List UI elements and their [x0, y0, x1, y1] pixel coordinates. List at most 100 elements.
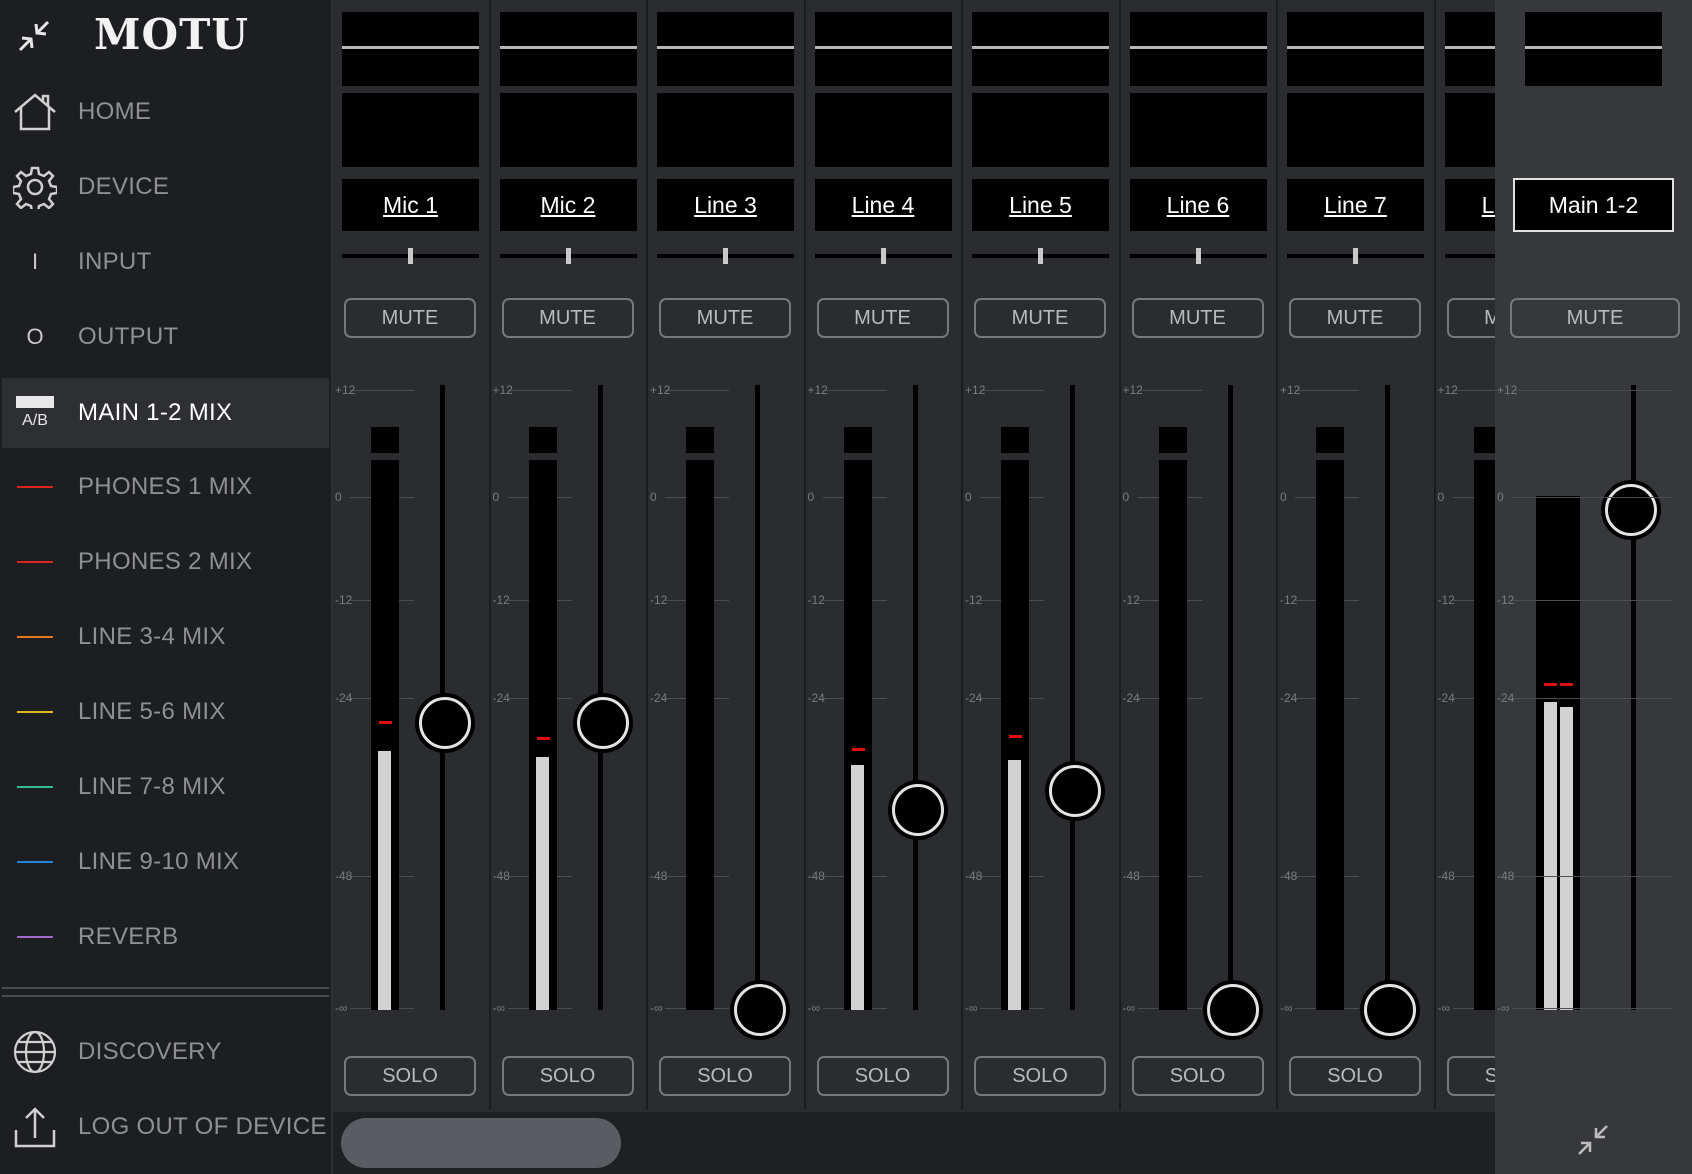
pan-knob[interactable] [880, 248, 886, 264]
pan-knob[interactable] [1353, 248, 1358, 264]
scale-tick [822, 390, 887, 391]
clip-indicator [371, 427, 399, 453]
sidebar-item-home[interactable]: HOME [2, 78, 329, 146]
channel-display-screen [657, 12, 794, 86]
main-mute-button[interactable]: MUTE [1510, 298, 1680, 338]
mute-button[interactable]: MUTE [659, 298, 791, 338]
level-meter [371, 460, 399, 1010]
channel-display-screen [814, 12, 952, 86]
sidebar-item-line-3-4-mix[interactable]: LINE 3-4 MIX [2, 603, 329, 671]
fader-knob[interactable] [419, 697, 471, 749]
fader-track[interactable] [755, 385, 760, 1010]
channel-display-screen [814, 93, 952, 167]
channel-strip: Mic 1 MUTE +12 0 -12 -24 -48 -∞ SOLO [333, 0, 491, 1110]
horizontal-scrollbar[interactable] [333, 1112, 1495, 1174]
mute-button[interactable]: MUTE [974, 298, 1106, 338]
sidebar-item-label: INPUT [78, 248, 152, 275]
mute-button[interactable]: MUTE [1289, 298, 1421, 338]
channel-name[interactable]: Mic 2 [499, 179, 637, 231]
sidebar-item-main-mix[interactable]: A/B MAIN 1-2 MIX [2, 378, 329, 448]
mute-button[interactable]: MUTE [1131, 298, 1264, 338]
collapse-icon[interactable] [14, 16, 54, 56]
fader-track[interactable] [1227, 385, 1233, 1010]
scale-label: -12 [1437, 593, 1455, 607]
pan-slider[interactable] [657, 248, 794, 264]
solo-button[interactable]: SOLO [659, 1056, 791, 1096]
solo-button[interactable]: SOLO [344, 1056, 476, 1096]
sidebar-item-line-7-8-mix[interactable]: LINE 7-8 MIX [2, 753, 329, 821]
solo-button[interactable]: SOLO [1446, 1056, 1495, 1096]
mute-button[interactable]: MUTE [344, 298, 476, 338]
pan-knob[interactable] [565, 248, 571, 264]
pan-knob[interactable] [1195, 248, 1201, 264]
mute-button[interactable]: MUTE [501, 298, 634, 338]
main-channel-name[interactable]: Main 1-2 [1513, 178, 1674, 232]
pan-knob[interactable] [408, 248, 413, 264]
scale-label: -∞ [1437, 1001, 1451, 1015]
pan-slider[interactable] [972, 248, 1109, 264]
scale-tick [1512, 497, 1672, 498]
scrollbar-thumb[interactable] [341, 1118, 621, 1168]
fader-knob[interactable] [734, 984, 786, 1036]
scale-tick [1512, 390, 1672, 391]
sidebar-item-device[interactable]: DEVICE [2, 153, 329, 221]
sidebar-item-line-9-10-mix[interactable]: LINE 9-10 MIX [2, 828, 329, 896]
sidebar-item-phones-2-mix[interactable]: PHONES 2 MIX [2, 528, 329, 596]
gear-icon [2, 153, 68, 221]
main-level-meter [1536, 496, 1580, 1010]
solo-button[interactable]: SOLO [974, 1056, 1106, 1096]
solo-button[interactable]: SOLO [816, 1056, 949, 1096]
pan-slider[interactable] [499, 248, 637, 264]
fader-knob[interactable] [1364, 984, 1416, 1036]
fader-knob[interactable] [1206, 984, 1259, 1036]
channel-name[interactable]: Mic 1 [342, 179, 479, 231]
sidebar-item-label: HOME [78, 98, 152, 125]
scale-label: -∞ [650, 1001, 663, 1015]
solo-button[interactable]: SOLO [1131, 1056, 1264, 1096]
scale-label: -∞ [965, 1001, 978, 1015]
sidebar-item-output[interactable]: O OUTPUT [2, 303, 329, 371]
scale-label: +12 [650, 383, 671, 397]
solo-button[interactable]: SOLO [1289, 1056, 1421, 1096]
pan-slider[interactable] [1444, 254, 1495, 258]
mute-button[interactable]: MUTE [1446, 298, 1495, 338]
sidebar-item-line-5-6-mix[interactable]: LINE 5-6 MIX [2, 678, 329, 746]
scale-label: 0 [965, 490, 972, 504]
fader-knob[interactable] [1049, 765, 1101, 817]
scale-label: -12 [1280, 593, 1298, 607]
ab-icon: A/B [2, 379, 68, 447]
fader-knob[interactable] [891, 784, 944, 836]
main-fader-knob[interactable] [1605, 484, 1657, 536]
pan-slider[interactable] [814, 248, 952, 264]
channel-name[interactable]: Line 5 [972, 179, 1109, 231]
mute-button[interactable]: MUTE [816, 298, 949, 338]
color-swatch-icon [2, 828, 68, 896]
fader-track[interactable] [1070, 385, 1075, 1010]
expand-icon[interactable] [1575, 1122, 1611, 1158]
solo-button[interactable]: SOLO [501, 1056, 634, 1096]
sidebar-item-logout[interactable]: LOG OUT OF DEVICE [2, 1093, 329, 1161]
clip-indicator [1473, 427, 1495, 453]
scale-label: -12 [1122, 593, 1140, 607]
pan-knob[interactable] [723, 248, 728, 264]
scale-label: -24 [1437, 691, 1455, 705]
scale-label: -24 [492, 691, 510, 705]
fader-knob[interactable] [576, 697, 629, 749]
sidebar-item-phones-1-mix[interactable]: PHONES 1 MIX [2, 453, 329, 521]
pan-slider[interactable] [1287, 248, 1424, 264]
channel-name[interactable]: Line 8 [1444, 179, 1495, 231]
home-icon [2, 78, 68, 146]
sidebar-item-reverb[interactable]: REVERB [2, 903, 329, 971]
fader-track[interactable] [912, 385, 918, 1010]
channel-name[interactable]: Line 6 [1129, 179, 1267, 231]
pan-knob[interactable] [1038, 248, 1043, 264]
channel-name[interactable]: Line 3 [657, 179, 794, 231]
scale-label: -48 [965, 869, 983, 883]
sidebar-item-discovery[interactable]: DISCOVERY [2, 1018, 329, 1086]
sidebar-item-input[interactable]: I INPUT [2, 228, 329, 296]
channel-name[interactable]: Line 7 [1287, 179, 1424, 231]
fader-track[interactable] [1385, 385, 1390, 1010]
pan-slider[interactable] [1129, 248, 1267, 264]
pan-slider[interactable] [342, 248, 479, 264]
channel-name[interactable]: Line 4 [814, 179, 952, 231]
